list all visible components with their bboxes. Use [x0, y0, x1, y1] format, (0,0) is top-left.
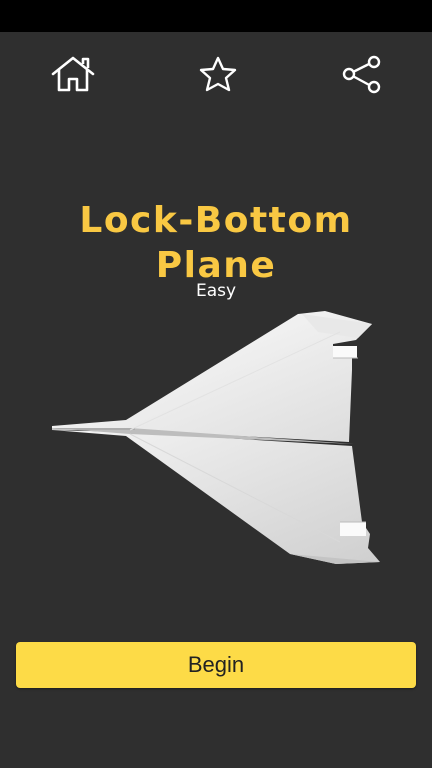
- plane-title: Lock-Bottom Plane: [79, 200, 353, 286]
- share-icon: [342, 55, 381, 94]
- top-toolbar: [0, 52, 432, 96]
- favorite-button[interactable]: [194, 52, 242, 96]
- home-button[interactable]: [49, 52, 97, 96]
- share-button[interactable]: [338, 52, 386, 96]
- status-bar: [0, 0, 432, 32]
- star-icon: [199, 56, 237, 92]
- paper-plane-image: [52, 311, 380, 564]
- begin-button[interactable]: Begin: [16, 642, 416, 688]
- difficulty-label: Easy: [195, 281, 237, 301]
- home-icon: [51, 56, 95, 92]
- app-screen: Lock-Bottom Plane Easy Begin: [0, 32, 432, 768]
